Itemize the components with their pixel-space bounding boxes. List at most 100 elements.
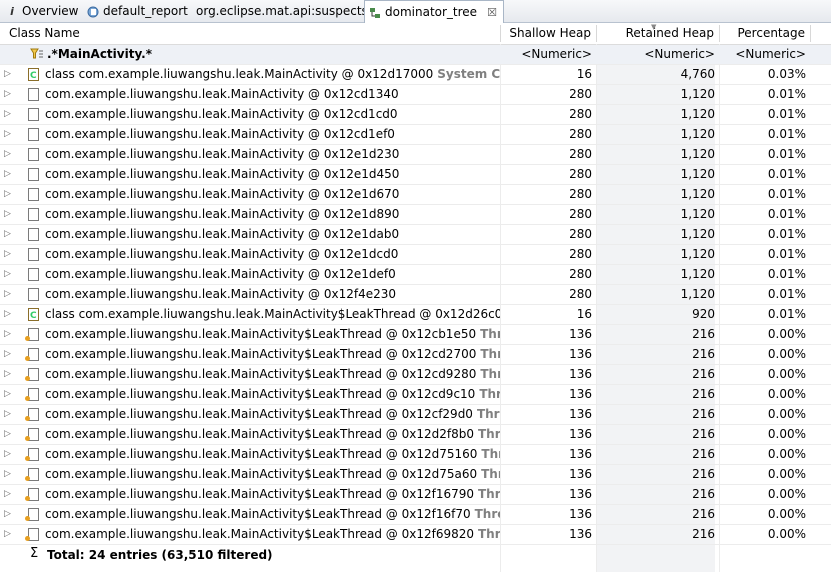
table-row[interactable]: ▷ com.example.liuwangshu.leak.MainActivit… <box>0 505 831 525</box>
expand-arrow-icon[interactable]: ▷ <box>4 65 12 84</box>
expand-arrow-icon[interactable]: ▷ <box>4 165 12 184</box>
class-name-cell: com.example.liuwangshu.leak.MainActivity… <box>14 525 500 544</box>
expand-arrow-icon[interactable]: ▷ <box>4 325 12 344</box>
table-row[interactable]: ▷ com.example.liuwangshu.leak.MainActivit… <box>0 165 831 185</box>
expand-arrow-icon[interactable]: ▷ <box>4 125 12 144</box>
object-type-suffix: Thread <box>477 427 500 441</box>
sort-descending-icon: ▼ <box>651 23 657 31</box>
tab-default-report[interactable]: default_report <box>83 1 194 22</box>
retained-heap-cell: 1,120 <box>680 147 715 161</box>
table-row[interactable]: ▷ class com.example.liuwangshu.leak.MainA… <box>0 65 831 85</box>
object-label: com.example.liuwangshu.leak.MainActivity… <box>45 167 400 181</box>
column-header-percentage[interactable]: Percentage <box>719 23 810 44</box>
class-name-cell: com.example.liuwangshu.leak.MainActivity… <box>14 405 500 424</box>
expand-arrow-icon[interactable]: ▷ <box>4 485 12 504</box>
column-header-retained-heap[interactable]: Retained Heap <box>596 23 719 44</box>
table-row[interactable]: ▷ com.example.liuwangshu.leak.MainActivit… <box>0 265 831 285</box>
shallow-heap-cell: 280 <box>569 287 592 301</box>
thread-object-icon <box>25 408 39 421</box>
retained-heap-cell: 216 <box>692 347 715 361</box>
table-row[interactable]: ▷ com.example.liuwangshu.leak.MainActivit… <box>0 345 831 365</box>
retained-heap-cell: 1,120 <box>680 87 715 101</box>
expand-arrow-icon[interactable]: ▷ <box>4 445 12 464</box>
column-header-shallow-heap[interactable]: Shallow Heap <box>500 23 596 44</box>
retained-heap-filter[interactable]: <Numeric> <box>597 45 715 64</box>
table-row[interactable]: ▷ com.example.liuwangshu.leak.MainActivit… <box>0 225 831 245</box>
object-label: com.example.liuwangshu.leak.MainActivity… <box>45 187 400 201</box>
expand-arrow-icon[interactable]: ▷ <box>4 245 12 264</box>
instance-object-icon <box>28 228 39 241</box>
class-name-cell: com.example.liuwangshu.leak.MainActivity… <box>14 105 500 124</box>
tab-dominator-tree[interactable]: dominator_tree ☒ <box>364 0 504 24</box>
expand-arrow-icon[interactable]: ▷ <box>4 365 12 384</box>
object-label: class com.example.liuwangshu.leak.MainAc… <box>45 67 434 81</box>
table-row[interactable]: ▷ com.example.liuwangshu.leak.MainActivit… <box>0 245 831 265</box>
class-name-cell: com.example.liuwangshu.leak.MainActivity… <box>14 205 500 224</box>
tab-overview[interactable]: i Overview <box>2 1 85 22</box>
thread-object-icon <box>25 528 39 541</box>
table-row[interactable]: ▷ com.example.liuwangshu.leak.MainActivit… <box>0 405 831 425</box>
table-row[interactable]: ▷ com.example.liuwangshu.leak.MainActivit… <box>0 365 831 385</box>
table-row[interactable]: ▷ com.example.liuwangshu.leak.MainActivit… <box>0 145 831 165</box>
expand-arrow-icon[interactable]: ▷ <box>4 285 12 304</box>
info-icon: i <box>10 4 14 18</box>
object-label: com.example.liuwangshu.leak.MainActivity… <box>45 247 399 261</box>
expand-arrow-icon[interactable]: ▷ <box>4 345 12 364</box>
object-type-suffix: Thread <box>479 387 500 401</box>
tree-icon <box>369 7 381 19</box>
shallow-heap-filter[interactable]: <Numeric> <box>500 45 592 64</box>
expand-arrow-icon[interactable]: ▷ <box>4 505 12 524</box>
table-row[interactable]: ▷ com.example.liuwangshu.leak.MainActivit… <box>0 525 831 545</box>
table-row[interactable]: ▷ com.example.liuwangshu.leak.MainActivit… <box>0 205 831 225</box>
close-icon[interactable]: ☒ <box>487 2 497 23</box>
expand-arrow-icon[interactable]: ▷ <box>4 525 12 544</box>
expand-arrow-icon[interactable]: ▷ <box>4 225 12 244</box>
object-type-suffix: Thread <box>478 527 500 541</box>
shallow-heap-cell: 280 <box>569 107 592 121</box>
class-name-cell: com.example.liuwangshu.leak.MainActivity… <box>14 125 500 144</box>
object-label: com.example.liuwangshu.leak.MainActivity… <box>45 227 400 241</box>
expand-arrow-icon[interactable]: ▷ <box>4 405 12 424</box>
expand-arrow-icon[interactable]: ▷ <box>4 105 12 124</box>
table-row[interactable]: ▷ com.example.liuwangshu.leak.MainActivit… <box>0 325 831 345</box>
table-row[interactable]: ▷ com.example.liuwangshu.leak.MainActivit… <box>0 125 831 145</box>
retained-heap-cell: 216 <box>692 467 715 481</box>
percentage-cell: 0.00% <box>767 427 806 441</box>
object-label: com.example.liuwangshu.leak.MainActivity… <box>45 127 395 141</box>
table-row[interactable]: ▷ com.example.liuwangshu.leak.MainActivit… <box>0 85 831 105</box>
total-row: Σ Total: 24 entries (63,510 filtered) <box>0 545 831 565</box>
retained-heap-cell: 4,760 <box>680 67 715 81</box>
filter-row[interactable]: .*MainActivity.* <Numeric> <Numeric> <Nu… <box>0 45 831 65</box>
expand-arrow-icon[interactable]: ▷ <box>4 145 12 164</box>
table-row[interactable]: ▷ com.example.liuwangshu.leak.MainActivit… <box>0 385 831 405</box>
column-divider[interactable] <box>810 25 811 42</box>
table-row[interactable]: ▷ com.example.liuwangshu.leak.MainActivit… <box>0 485 831 505</box>
table-row[interactable]: ▷ com.example.liuwangshu.leak.MainActivit… <box>0 445 831 465</box>
expand-arrow-icon[interactable]: ▷ <box>4 425 12 444</box>
thread-object-icon <box>25 348 39 361</box>
shallow-heap-cell: 280 <box>569 147 592 161</box>
thread-object-icon <box>25 468 39 481</box>
retained-heap-cell: 216 <box>692 367 715 381</box>
expand-arrow-icon[interactable]: ▷ <box>4 305 12 324</box>
table-row[interactable]: ▷ com.example.liuwangshu.leak.MainActivit… <box>0 465 831 485</box>
table-row[interactable]: ▷ com.example.liuwangshu.leak.MainActivit… <box>0 185 831 205</box>
percentage-filter[interactable]: <Numeric> <box>720 45 806 64</box>
expand-arrow-icon[interactable]: ▷ <box>4 465 12 484</box>
percentage-cell: 0.01% <box>767 187 806 201</box>
expand-arrow-icon[interactable]: ▷ <box>4 85 12 104</box>
tab-suspects[interactable]: org.eclipse.mat.api:suspects <box>192 1 374 22</box>
expand-arrow-icon[interactable]: ▷ <box>4 205 12 224</box>
expand-arrow-icon[interactable]: ▷ <box>4 385 12 404</box>
table-row[interactable]: ▷ class com.example.liuwangshu.leak.MainA… <box>0 305 831 325</box>
expand-arrow-icon[interactable]: ▷ <box>4 185 12 204</box>
regex-filter-input[interactable]: .*MainActivity.* <box>47 45 497 64</box>
expand-arrow-icon[interactable]: ▷ <box>4 265 12 284</box>
table-row[interactable]: ▷ com.example.liuwangshu.leak.MainActivit… <box>0 425 831 445</box>
column-header-class-name[interactable]: Class Name <box>4 23 500 44</box>
table-row[interactable]: ▷ com.example.liuwangshu.leak.MainActivit… <box>0 105 831 125</box>
retained-heap-cell: 216 <box>692 507 715 521</box>
object-label: com.example.liuwangshu.leak.MainActivity… <box>45 507 471 521</box>
table-row[interactable]: ▷ com.example.liuwangshu.leak.MainActivit… <box>0 285 831 305</box>
shallow-heap-cell: 280 <box>569 87 592 101</box>
